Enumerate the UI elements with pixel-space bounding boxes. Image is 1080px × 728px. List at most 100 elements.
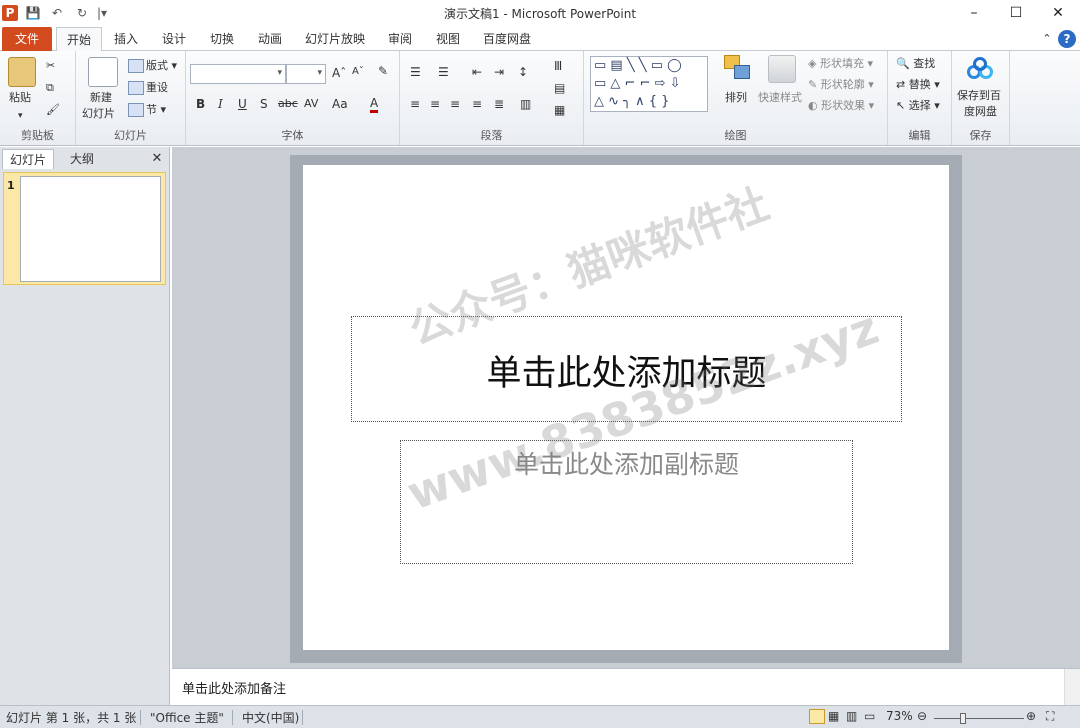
text-shadow-button[interactable]: S [260,97,268,111]
zoom-slider-thumb[interactable] [960,713,966,724]
zoom-level[interactable]: 73% [886,709,913,723]
paste-dropdown-icon[interactable]: ▾ [18,107,23,125]
new-slide-button-line2[interactable]: 幻灯片 [82,105,115,123]
bold-button[interactable]: B [196,97,205,111]
clipboard-group-label: 剪贴板 [21,129,54,142]
slideshow-view-icon[interactable]: ▭ [864,709,875,723]
font-family-select[interactable]: ▾ [190,64,286,84]
align-center-icon[interactable]: ≡ [430,97,440,111]
change-case-button[interactable]: Aa [332,97,348,111]
tab-home[interactable]: 开始 [56,27,102,52]
underline-button[interactable]: U [238,97,247,111]
ribbon: 粘贴 ▾ ✂ ⧉ 🖌 剪贴板 新建 幻灯片 版式 ▾ 重设 节 ▾ 幻灯片 ▾ … [0,51,1080,146]
subtitle-placeholder-text: 单击此处添加副标题 [513,450,739,479]
increase-indent-icon[interactable]: ⇥ [494,65,504,79]
normal-view-icon[interactable] [809,709,825,724]
paste-button[interactable]: 粘贴 [9,89,31,107]
close-button[interactable]: ✕ [1036,0,1080,26]
clipboard-group: 粘贴 ▾ ✂ ⧉ 🖌 剪贴板 [0,51,76,145]
title-placeholder[interactable]: 单击此处添加标题 [351,316,902,422]
slide-thumbnail[interactable] [20,176,161,282]
tab-baidu-netdisk[interactable]: 百度网盘 [476,27,538,51]
layout-button[interactable]: 版式 [146,59,168,72]
slide-canvas[interactable]: 单击此处添加标题 单击此处添加副标题 [303,165,949,650]
shape-fill-icon: ◈ [808,57,820,70]
italic-button[interactable]: I [218,97,223,111]
collapse-ribbon-icon[interactable]: ⌃ [1040,27,1054,51]
align-text-icon[interactable]: ▤ [554,81,565,95]
paragraph-group-label: 段落 [480,129,503,142]
select-button[interactable]: 选择 [909,99,931,112]
slides-group-label: 幻灯片 [114,129,147,142]
arrange-icon[interactable] [724,55,752,81]
slide-thumbnail-number: 1 [7,179,15,192]
shape-effects-icon: ◐ [808,99,822,112]
tab-design[interactable]: 设计 [154,27,194,51]
format-painter-icon[interactable]: 🖌 [46,101,60,119]
clear-formatting-icon[interactable]: ✎ [378,64,388,78]
tab-view[interactable]: 视图 [428,27,468,51]
arrange-button[interactable]: 排列 [725,89,747,107]
maximize-button[interactable]: ☐ [994,0,1038,26]
save-to-baidu-button-line2[interactable]: 度网盘 [964,103,997,121]
editing-group: 🔍 查找 ⇄ 替换 ▾ ↖ 选择 ▾ 编辑 [888,51,952,145]
distributed-icon[interactable]: ≣ [494,97,504,111]
tab-outline[interactable]: 大纲 [56,149,108,169]
minimize-button[interactable]: – [952,0,996,26]
line-spacing-icon[interactable]: ↕ [518,65,528,79]
smartart-icon[interactable]: ▦ [554,103,565,117]
tab-slides[interactable]: 幻灯片 [2,149,54,169]
shape-fill-button[interactable]: 形状填充 [820,57,864,70]
align-left-icon[interactable]: ≡ [410,97,420,111]
quick-styles-button[interactable]: 快速样式 [758,89,802,107]
subtitle-placeholder[interactable]: 单击此处添加副标题 [400,440,853,564]
title-placeholder-text: 单击此处添加标题 [486,354,767,394]
quick-styles-icon[interactable] [768,55,796,83]
text-direction-icon[interactable]: Ⅲ [554,59,562,73]
columns-icon[interactable]: ▥ [520,97,531,111]
character-spacing-button[interactable]: AV [304,97,318,110]
zoom-in-icon[interactable]: ⊕ [1026,709,1036,723]
language-status[interactable]: 中文(中国) [242,709,299,726]
fit-to-window-icon[interactable]: ⛶ [1046,709,1054,724]
find-button[interactable]: 查找 [913,57,935,70]
drawing-group-label: 绘图 [724,129,747,142]
shape-effects-button[interactable]: 形状效果 [821,99,865,112]
strikethrough-button[interactable]: abc [278,97,298,110]
justify-icon[interactable]: ≡ [472,97,482,111]
shape-outline-button[interactable]: 形状轮廓 [821,78,865,91]
zoom-slider-track[interactable] [934,718,1024,719]
tab-transitions[interactable]: 切换 [202,27,242,51]
numbering-icon[interactable]: ☰ [438,65,449,79]
shapes-gallery[interactable]: ▭ ▤ ╲ ╲ ▭ ◯ ▭ △ ⌐ ⌐ ⇨ ⇩ △ ∿ ╮ ∧ { } [590,56,708,112]
copy-icon[interactable]: ⧉ [46,79,54,97]
notes-pane[interactable]: 单击此处添加备注 [172,668,1080,706]
close-panel-icon[interactable]: ✕ [148,149,166,169]
paste-icon[interactable] [8,57,36,87]
bullets-icon[interactable]: ☰ [410,65,421,79]
tab-insert[interactable]: 插入 [106,27,146,51]
help-icon[interactable]: ? [1058,30,1076,48]
notes-scrollbar[interactable] [1064,669,1080,706]
new-slide-icon[interactable] [88,57,118,87]
grow-font-button[interactable]: Aˆ [332,66,346,80]
replace-button[interactable]: 替换 [909,78,931,91]
shrink-font-button[interactable]: Aˇ [352,66,364,77]
tab-file[interactable]: 文件 [2,27,52,51]
theme-status: "Office 主题" [150,711,224,725]
font-size-select[interactable]: ▾ [286,64,326,84]
align-right-icon[interactable]: ≡ [450,97,460,111]
reset-button[interactable]: 重设 [146,81,168,94]
tab-slideshow[interactable]: 幻灯片放映 [298,27,372,51]
section-button[interactable]: 节 [146,103,157,116]
cut-icon[interactable]: ✂ [46,57,55,75]
font-color-button[interactable]: A [370,97,379,113]
tab-animations[interactable]: 动画 [250,27,290,51]
tab-review[interactable]: 审阅 [380,27,420,51]
baidu-netdisk-icon[interactable] [967,57,995,81]
decrease-indent-icon[interactable]: ⇤ [472,65,482,79]
reading-view-icon[interactable]: ▥ [846,709,857,723]
zoom-out-icon[interactable]: ⊖ [917,709,927,723]
reset-icon [128,81,144,95]
slide-sorter-view-icon[interactable]: ▦ [828,709,839,723]
